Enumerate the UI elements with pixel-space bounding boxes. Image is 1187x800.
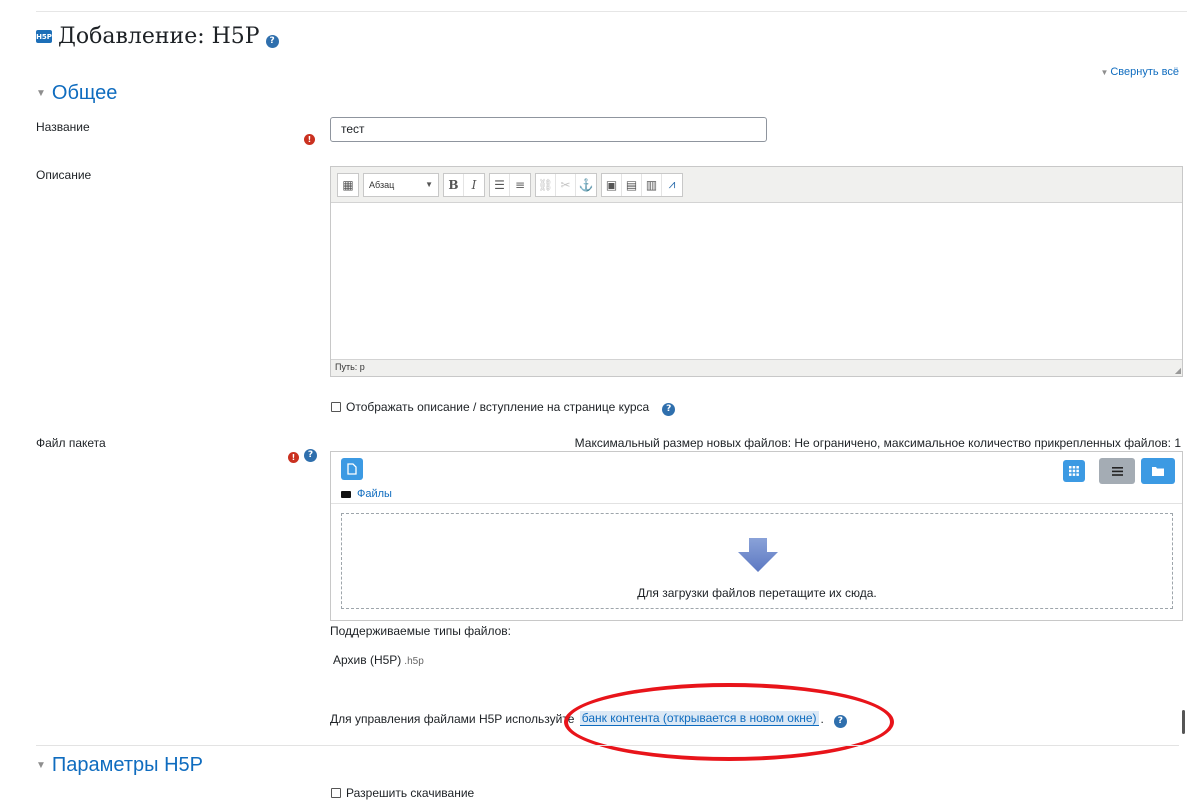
anchor-icon[interactable]: ⚓ bbox=[576, 174, 596, 196]
page-header: H5P Добавление: H5P ? bbox=[36, 24, 279, 49]
bullet-list-icon[interactable]: ☰ bbox=[490, 173, 510, 196]
help-icon[interactable]: ? bbox=[662, 403, 676, 416]
help-icon[interactable]: ? bbox=[265, 35, 279, 48]
editor-toolbar: ▦ Абзац ▼ B I ☰ ≡ ⛓ ✂ ⚓ ▣ ▤ ▥ ⩘ bbox=[331, 167, 1182, 203]
file-picker: Файлы Для загрузки файлов перетащите их … bbox=[330, 451, 1183, 621]
caret-down-icon: ▼ bbox=[36, 760, 46, 771]
grid-icon bbox=[1069, 466, 1079, 476]
name-input[interactable]: тест bbox=[330, 117, 767, 142]
file-drop-zone[interactable]: Для загрузки файлов перетащите их сюда. bbox=[341, 513, 1173, 609]
checkbox[interactable] bbox=[331, 401, 341, 412]
help-icon[interactable]: ? bbox=[304, 449, 317, 462]
section-divider bbox=[36, 745, 1179, 746]
scrollbar-thumb[interactable] bbox=[1182, 710, 1185, 734]
highlight-oval-annotation bbox=[564, 683, 894, 761]
required-icon: ! bbox=[288, 452, 299, 463]
description-label: Описание bbox=[36, 168, 92, 182]
unlink-icon[interactable]: ✂ bbox=[556, 173, 576, 196]
section-general-toggle[interactable]: ▼ Общее bbox=[36, 82, 117, 105]
file-icon bbox=[347, 463, 357, 475]
equation-icon[interactable]: ⩘ bbox=[662, 174, 682, 196]
section-title: Общее bbox=[51, 82, 118, 104]
supported-types-label: Поддерживаемые типы файлов: bbox=[330, 624, 512, 638]
dropdown-arrow-icon: ▼ bbox=[425, 180, 433, 189]
description-editor: ▦ Абзац ▼ B I ☰ ≡ ⛓ ✂ ⚓ ▣ ▤ ▥ ⩘ Путь: p … bbox=[330, 166, 1183, 377]
link-icon[interactable]: ⛓ bbox=[536, 173, 556, 196]
paste-icon[interactable]: ▥ bbox=[642, 173, 662, 196]
drop-hint: Для загрузки файлов перетащите их сюда. bbox=[637, 586, 877, 600]
folder-icon bbox=[1152, 467, 1164, 476]
name-label: Название bbox=[36, 120, 90, 134]
package-file-label: Файл пакета bbox=[36, 436, 106, 450]
tree-view-button[interactable] bbox=[1141, 458, 1175, 484]
toolbar-toggle-group: ▦ bbox=[337, 172, 359, 197]
section-h5p-params-toggle[interactable]: ▼ Параметры H5P bbox=[36, 754, 203, 777]
numbered-list-icon[interactable]: ≡ bbox=[510, 174, 530, 196]
toolbar-toggle-icon[interactable]: ▦ bbox=[338, 174, 358, 196]
list-view-button[interactable] bbox=[1099, 458, 1135, 484]
supported-type-item: Архив (H5P) .h5p bbox=[333, 653, 424, 667]
bold-button[interactable]: B bbox=[444, 173, 464, 196]
list-icon bbox=[1111, 466, 1123, 476]
show-description-checkbox[interactable]: Отображать описание / вступление на стра… bbox=[331, 397, 676, 416]
required-icon: ! bbox=[304, 134, 315, 145]
page-title: Добавление: H5P bbox=[58, 24, 260, 49]
collapse-all-link[interactable]: ▼ Свернуть всё bbox=[1100, 66, 1179, 78]
editor-status-bar: Путь: p ◢ bbox=[331, 359, 1182, 376]
italic-button[interactable]: I bbox=[464, 174, 484, 196]
checkbox[interactable] bbox=[331, 788, 341, 798]
editor-content-area[interactable] bbox=[331, 203, 1182, 359]
style-group: B I bbox=[443, 172, 485, 197]
format-select[interactable]: Абзац ▼ bbox=[363, 172, 439, 197]
add-file-button[interactable] bbox=[341, 458, 363, 480]
top-divider bbox=[36, 11, 1187, 12]
image-icon[interactable]: ▣ bbox=[602, 173, 622, 196]
media-icon[interactable]: ▤ bbox=[622, 173, 642, 196]
link-group: ⛓ ✂ ⚓ bbox=[535, 172, 597, 197]
media-group: ▣ ▤ ▥ ⩘ bbox=[601, 172, 683, 197]
breadcrumb: Файлы bbox=[341, 488, 392, 500]
h5p-module-icon: H5P bbox=[36, 30, 52, 43]
resize-grip-icon[interactable]: ◢ bbox=[1175, 366, 1181, 375]
files-folder-link[interactable]: Файлы bbox=[357, 488, 392, 500]
file-limit-text: Максимальный размер новых файлов: Не огр… bbox=[574, 436, 1181, 450]
folder-icon bbox=[341, 490, 351, 498]
file-picker-toolbar: Файлы bbox=[331, 452, 1182, 504]
caret-down-icon: ▼ bbox=[36, 88, 46, 99]
download-arrow-icon bbox=[738, 538, 778, 572]
grid-view-button[interactable] bbox=[1063, 460, 1085, 482]
triangle-down-icon: ▼ bbox=[1100, 68, 1109, 77]
section-title: Параметры H5P bbox=[51, 754, 203, 776]
list-group: ☰ ≡ bbox=[489, 172, 531, 197]
